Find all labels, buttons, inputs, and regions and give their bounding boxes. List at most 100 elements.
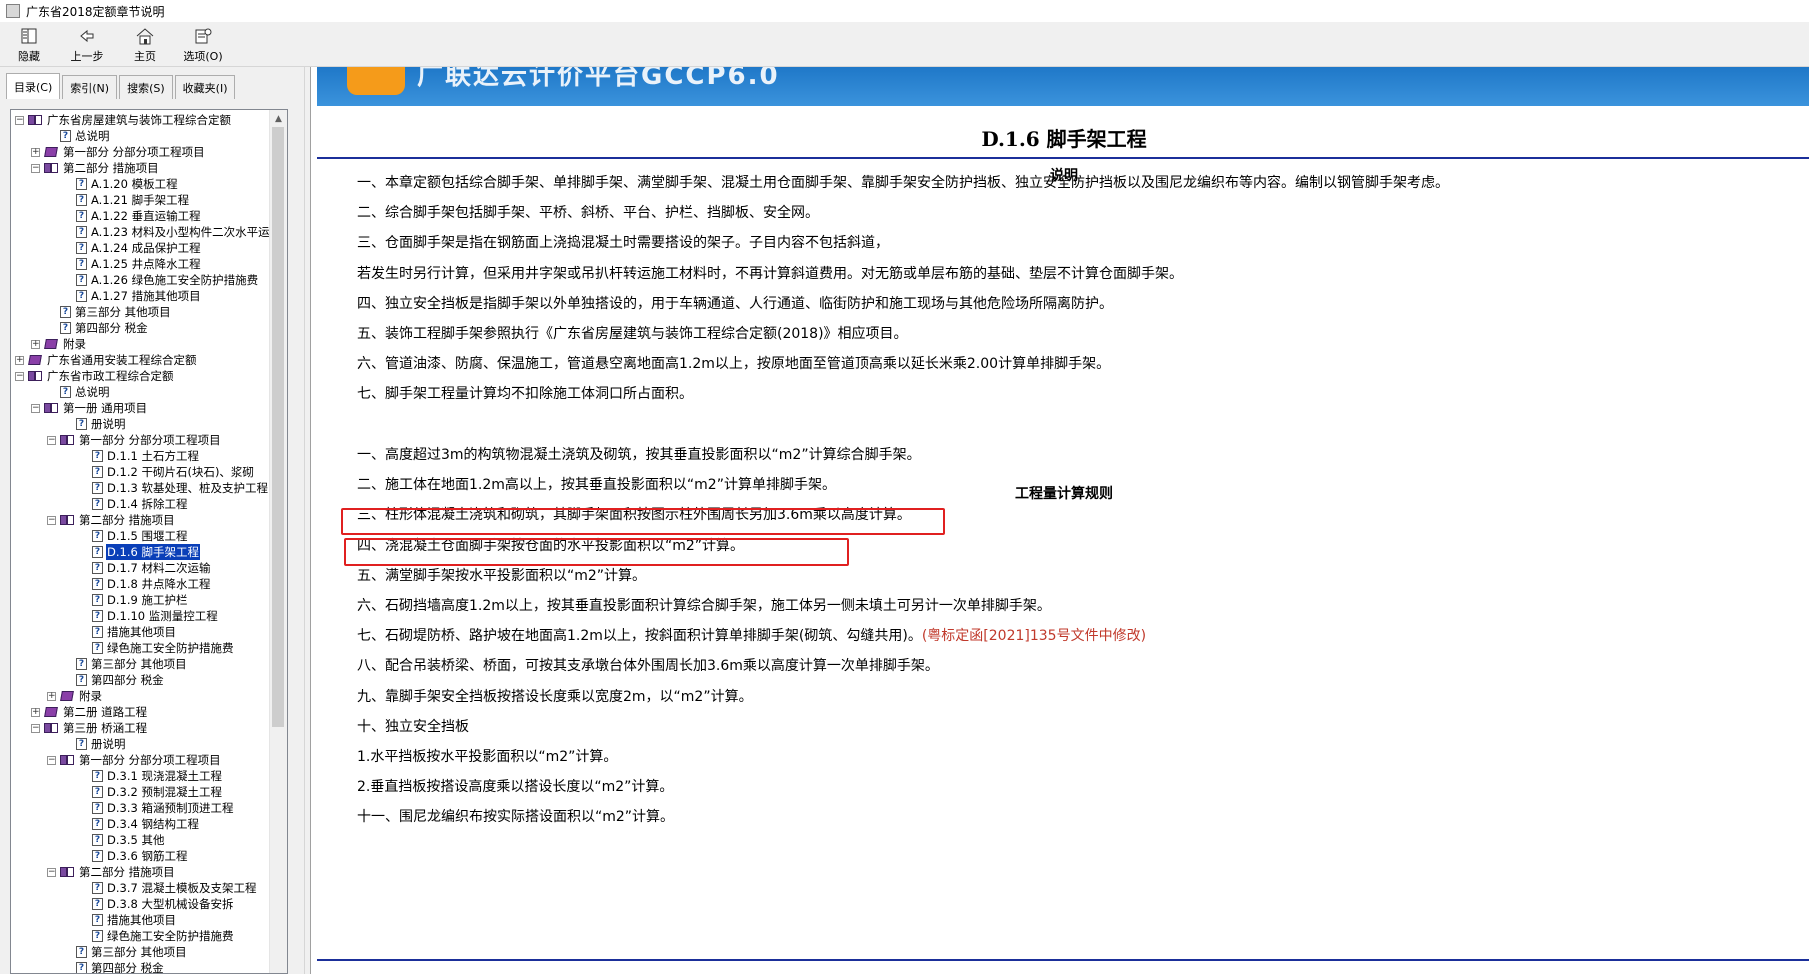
tree-item[interactable]: − 第三册 桥涵工程 [11,720,271,736]
expand-icon[interactable]: + [31,707,40,717]
tree-item[interactable]: ? D.1.7 材料二次运输 [11,560,271,576]
tree-item[interactable]: − 第二部分 措施项目 [11,864,271,880]
tree-item[interactable]: ? D.1.9 施工护栏 [11,592,271,608]
tree-item[interactable]: + 第二册 道路工程 [11,704,271,720]
paragraph-text: 1.水平挡板按水平投影面积以“m2”计算。 [357,749,618,765]
tree-item[interactable]: ? 第四部分 税金 [11,960,271,973]
tree-item[interactable]: − 第二部分 措施项目 [11,160,271,176]
tree-item[interactable]: ? 第三部分 其他项目 [11,304,271,320]
tree-item[interactable]: ? 第四部分 税金 [11,320,271,336]
tree-item[interactable]: ? D.3.5 其他 [11,832,271,848]
tree-list: − 广东省房屋建筑与装饰工程综合定额? 总说明 + 第一部分 分部分项工程项目 − 第二部分… [11,112,271,973]
tree-item[interactable]: ? 第三部分 其他项目 [11,944,271,960]
scroll-thumb[interactable] [272,127,284,727]
tree-item[interactable]: ? 绿色施工安全防护措施费 [11,928,271,944]
tree-item[interactable]: ? A.1.24 成品保护工程 [11,240,271,256]
expand-icon[interactable]: + [31,339,40,349]
tree-item[interactable]: − 第一部分 分部分项工程项目 [11,432,271,448]
tree-item[interactable]: ? D.1.4 拆除工程 [11,496,271,512]
tree-item[interactable]: ? D.1.1 土石方工程 [11,448,271,464]
tree-item-label: 第四部分 税金 [75,321,148,335]
expand-icon[interactable]: + [15,355,24,365]
paragraph-text: 十一、围尼龙编织布按实际搭设面积以“m2”计算。 [357,809,675,826]
tree-item[interactable]: ? 总说明 [11,128,271,144]
tree-item[interactable]: ? D.1.3 软基处理、桩及支护工程 [11,480,271,496]
tree-item-label: 第一部分 分部分项工程项目 [79,753,221,767]
tree-item[interactable]: ? 册说明 [11,736,271,752]
tree-item[interactable]: ? D.3.1 现浇混凝土工程 [11,768,271,784]
home-button[interactable]: 主页 [116,22,174,66]
tab-search[interactable]: 搜索(S) [119,75,173,99]
tree-item[interactable]: ? D.3.7 混凝土模板及支架工程 [11,880,271,896]
tree-item[interactable]: ? 绿色施工安全防护措施费 [11,640,271,656]
tree-item[interactable]: ? A.1.21 脚手架工程 [11,192,271,208]
expand-icon[interactable]: + [47,691,56,701]
tree-item[interactable]: ? A.1.20 模板工程 [11,176,271,192]
paragraph: 五、装饰工程脚手架参照执行《广东省房屋建筑与装饰工程综合定额(2018)》相应项… [357,323,908,343]
back-button[interactable]: 上一步 [58,22,116,66]
tree-item[interactable]: ? A.1.23 材料及小型构件二次水平运 [11,224,271,240]
collapse-icon[interactable]: − [47,867,56,877]
collapse-icon[interactable]: − [47,755,56,765]
collapse-icon[interactable]: − [15,115,24,125]
tab-index[interactable]: 索引(N) [62,75,118,99]
tree-item[interactable]: ? D.3.4 钢结构工程 [11,816,271,832]
tree-item[interactable]: − 第一部分 分部分项工程项目 [11,752,271,768]
paragraph-text: 十、独立安全挡板 [357,718,469,735]
tree-item[interactable]: ? D.1.5 围堰工程 [11,528,271,544]
navigation-pane: 目录(C) 索引(N) 搜索(S) 收藏夹(I) − 广东省房屋建筑与装饰工程综合… [0,67,304,974]
collapse-icon[interactable]: − [47,515,56,525]
tree-item[interactable]: ? D.3.6 钢筋工程 [11,848,271,864]
collapse-icon[interactable]: − [15,371,24,381]
open-book-icon [28,114,43,126]
tree-item[interactable]: − 广东省房屋建筑与装饰工程综合定额 [11,112,271,128]
scroll-up-arrow-icon[interactable]: ▲ [270,110,287,127]
tree-item[interactable]: ? 措施其他项目 [11,912,271,928]
paragraph-text: 三、仓面脚手架是指在钢筋面上浇捣混凝土时需要搭设的架子。子目内容不包括斜道， [357,235,889,252]
help-page-icon: ? [92,482,103,494]
tree-item[interactable]: ? D.1.6 脚手架工程 [11,543,271,561]
tree-item[interactable]: ? 措施其他项目 [11,624,271,640]
tree-item-label: D.1.8 井点降水工程 [107,577,211,591]
collapse-icon[interactable]: − [31,723,40,733]
tree-item-label: A.1.23 材料及小型构件二次水平运 [91,225,270,239]
tree-item[interactable]: ? A.1.22 垂直运输工程 [11,208,271,224]
tree-scrollbar[interactable]: ▲ [269,110,287,973]
tree-item[interactable]: ? D.3.8 大型机械设备安拆 [11,896,271,912]
help-page-icon: ? [92,546,103,558]
tree-item[interactable]: + 附录 [11,336,271,352]
tree-item[interactable]: + 第一部分 分部分项工程项目 [11,144,271,160]
tree-item[interactable]: ? D.3.2 预制混凝土工程 [11,784,271,800]
help-page-icon: ? [92,610,103,622]
tree-item[interactable]: ? A.1.26 绿色施工安全防护措施费 [11,272,271,288]
tree-item[interactable]: + 附录 [11,688,271,704]
tree-item[interactable]: ? 总说明 [11,384,271,400]
collapse-icon[interactable]: − [31,403,40,413]
tree-item[interactable]: ? 第四部分 税金 [11,672,271,688]
hide-button[interactable]: 隐藏 [0,22,58,66]
expand-icon[interactable]: + [31,147,40,157]
tree-item[interactable]: ? A.1.27 措施其他项目 [11,288,271,304]
collapse-icon[interactable]: − [31,163,40,173]
tree-item[interactable]: ? A.1.25 井点降水工程 [11,256,271,272]
tree-item[interactable]: ? 册说明 [11,416,271,432]
tree-item[interactable]: − 广东省市政工程综合定额 [11,368,271,384]
tree-item[interactable]: ? D.3.3 箱涵预制顶进工程 [11,800,271,816]
tree-item[interactable]: ? D.1.2 干砌片石(块石)、浆砌 [11,464,271,480]
options-button[interactable]: 选项(O) [174,22,232,66]
bottom-rule [317,959,1809,961]
tree-item-label: 绿色施工安全防护措施费 [107,641,234,655]
help-page-icon: ? [76,738,87,750]
collapse-icon[interactable]: − [47,435,56,445]
tree-item[interactable]: − 第二部分 措施项目 [11,512,271,528]
paragraph-text: 七、石砌堤防桥、路护坡在地面高1.2m以上，按斜面积计算单排脚手架(砌筑、勾缝共… [357,628,922,645]
tree-item[interactable]: + 广东省通用安装工程综合定额 [11,352,271,368]
tree-item[interactable]: ? 第三部分 其他项目 [11,656,271,672]
tree-item-label: D.3.4 钢结构工程 [107,817,199,831]
tree-item[interactable]: ? D.1.10 监测量控工程 [11,608,271,624]
tab-contents[interactable]: 目录(C) [6,73,61,99]
tab-index-label: 索引(N) [70,81,110,95]
tree-item[interactable]: − 第一册 通用项目 [11,400,271,416]
tab-favorites[interactable]: 收藏夹(I) [174,75,236,99]
tree-item[interactable]: ? D.1.8 井点降水工程 [11,576,271,592]
